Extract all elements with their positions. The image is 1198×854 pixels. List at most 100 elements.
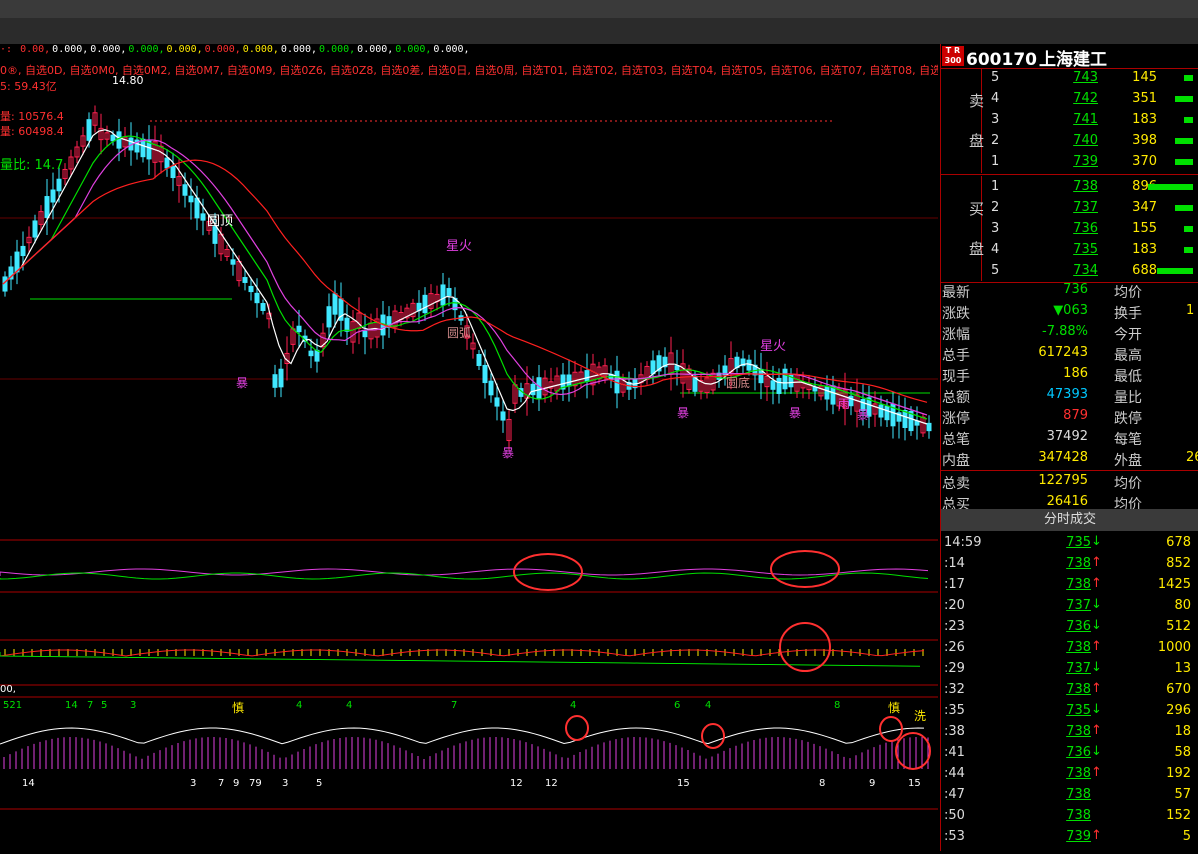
stat-label: 总卖 (942, 476, 970, 492)
candle-body (14, 251, 20, 273)
stat-row: 总卖 122795 均价 (941, 471, 1198, 492)
candle-body (446, 288, 452, 296)
candle-body (212, 226, 218, 244)
candle-body (32, 220, 38, 238)
tick-price: 736 (1066, 745, 1091, 760)
sell-row[interactable]: 4 742 351 (941, 89, 1198, 110)
rain-label: 雨 (838, 397, 850, 411)
stock-code: 600170 (966, 50, 1037, 70)
sell-row[interactable]: 2 740 398 (941, 131, 1198, 152)
stat-value: ▼063 (1053, 303, 1088, 318)
tick-row: :35 735 ↓ 296 (941, 700, 1198, 721)
tick-row: :14 738 ↑ 852 (941, 553, 1198, 574)
candle-body (926, 422, 932, 432)
stock-title[interactable]: 600170 上海建工 (966, 45, 1107, 70)
candle-body (476, 353, 482, 367)
candle-body (200, 213, 206, 221)
wash-label: 洗 (914, 709, 926, 723)
level: 1 (991, 179, 1000, 194)
tick-volume: 58 (1174, 745, 1191, 760)
candle-body (494, 397, 500, 407)
stat-value-2: 26 (1186, 450, 1198, 465)
tick-row: :29 737 ↓ 13 (941, 658, 1198, 679)
stat-label-2: 均价 (1114, 285, 1142, 301)
tick-volume: 13 (1174, 661, 1191, 676)
buy-row[interactable]: 5 734 688 (941, 261, 1198, 282)
highlight-circle (513, 553, 583, 591)
quote-panel: T R 300 600170 上海建工 卖盘买盘5 743 145 4 742 35… (940, 44, 1198, 851)
tick-time: :14 (944, 556, 965, 571)
tick-time: 14:59 (944, 535, 982, 550)
tick-time: :35 (944, 703, 965, 718)
price: 734 (1073, 263, 1098, 278)
sub1-line-2 (0, 572, 929, 580)
sell-row[interactable]: 3 741 183 (941, 110, 1198, 131)
candle-body (242, 277, 248, 283)
tick-price: 738 (1066, 577, 1091, 592)
sub3-number: 7 (87, 700, 93, 711)
candle-body (182, 184, 188, 196)
tick-direction-icon: ↑ (1091, 681, 1102, 696)
stat-label: 涨停 (942, 411, 970, 427)
stat-label: 总笔 (942, 432, 970, 448)
tick-direction-icon: ↓ (1091, 534, 1102, 549)
tick-time: :20 (944, 598, 965, 613)
tick-time: :38 (944, 724, 965, 739)
tick-row: :20 737 ↓ 80 (941, 595, 1198, 616)
tick-price: 738 (1066, 724, 1091, 739)
sub3-bottom-number: 8 (819, 778, 825, 789)
tick-list-header[interactable]: 分时成交 (941, 509, 1198, 531)
sell-row[interactable]: 5 743 145 (941, 68, 1198, 89)
volume-ratio-label: 量比: 14.7 (0, 158, 64, 173)
tick-row: :26 738 ↑ 1000 (941, 637, 1198, 658)
volume-bar (1184, 75, 1193, 81)
tick-volume: 152 (1166, 808, 1191, 823)
stat-label-2: 今开 (1114, 327, 1142, 343)
level: 3 (991, 112, 1000, 127)
candle-body (488, 380, 494, 396)
tick-time: :23 (944, 619, 965, 634)
candle-body (824, 386, 830, 400)
sub3-number: 8 (834, 700, 840, 711)
bao-label: 暴 (502, 446, 514, 460)
sub3-number: 521 (3, 700, 22, 711)
bao-label: 暴 (677, 406, 689, 420)
kline-chart-area[interactable]: 14.80 圆顶 星火 星火 圆弧 圆底雨暴暴暴暴暴慎慎洗 521 14 7 5 3 4 4 7 4 6 4 8 1… (0, 44, 938, 851)
stat-value: 617243 (1038, 345, 1088, 360)
tick-price: 738 (1066, 766, 1091, 781)
tick-volume: 192 (1166, 766, 1191, 781)
candle-body (272, 374, 278, 388)
bao-label: 暴 (789, 406, 801, 420)
candle-body (650, 360, 656, 375)
caution-label: 慎 (888, 701, 900, 715)
highlight-circle (895, 732, 931, 770)
candle-body (884, 405, 890, 421)
price: 742 (1073, 91, 1098, 106)
buy-row[interactable]: 4 735 183 (941, 240, 1198, 261)
tick-price: 738 (1066, 787, 1091, 802)
candle-body (230, 259, 236, 265)
tick-volume: 57 (1174, 787, 1191, 802)
candle-body (248, 285, 254, 293)
sub3-number: 4 (570, 700, 576, 711)
kline-chart-svg[interactable]: 14.80圆顶星火星火圆弧圆底雨暴暴暴暴暴慎 慎洗521 14 7 5 3 4 4 7 4 6 4 81… (0, 44, 938, 851)
high-price-label: 14.80 (112, 74, 144, 87)
round-bottom-label: 圆底 (726, 375, 750, 390)
star-fire-label: 星火 (760, 339, 786, 354)
tick-price: 738 (1066, 682, 1091, 697)
candle-body (50, 189, 56, 203)
tick-direction-icon: ↓ (1091, 702, 1102, 717)
price: 741 (1073, 112, 1098, 127)
candle-body (44, 196, 50, 218)
tick-volume: 1425 (1157, 577, 1191, 592)
buy-row[interactable]: 2 737 347 (941, 198, 1198, 219)
sub3-number: 4 (346, 700, 352, 711)
candle-body (314, 349, 320, 362)
candle-body (164, 157, 170, 169)
sell-row[interactable]: 1 739 370 (941, 152, 1198, 173)
buy-row[interactable]: 1 738 896 (941, 177, 1198, 198)
volume-bar (1184, 226, 1193, 232)
tick-row: :32 738 ↑ 670 (941, 679, 1198, 700)
buy-row[interactable]: 3 736 155 (941, 219, 1198, 240)
candle-body (422, 294, 428, 314)
